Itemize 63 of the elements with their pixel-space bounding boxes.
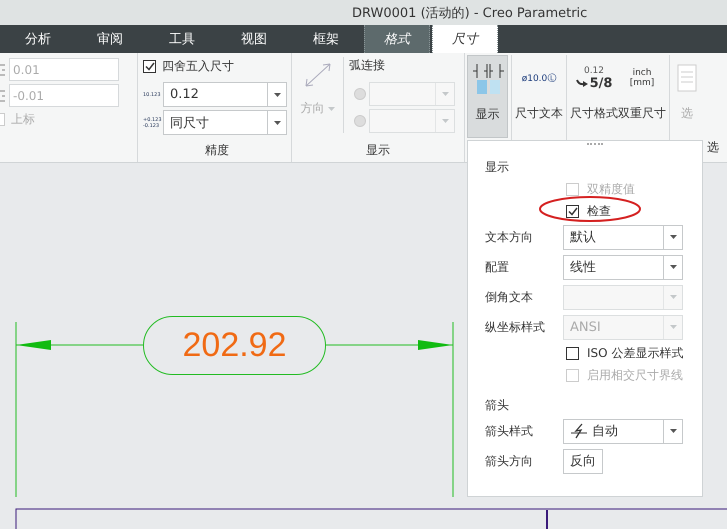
dropdown[interactable]: 自动	[563, 418, 683, 444]
icon-text: 0.12	[584, 66, 604, 76]
section-heading: 箭头	[485, 396, 509, 414]
checkbox-label: 双精度值	[587, 180, 635, 198]
ribbon-button[interactable]: inch [mm] 双重尺寸	[618, 55, 666, 138]
caret-icon	[670, 265, 676, 269]
icon-text: [mm]	[630, 78, 654, 88]
field-label: 箭头样式	[485, 422, 534, 440]
window-title: DRW0001 (活动的) - Creo Parametric	[352, 4, 588, 22]
field-label: 文本方向	[485, 228, 534, 246]
tolerance-icon	[0, 88, 6, 104]
checkbox-label: 检查	[587, 202, 611, 220]
checkbox-label: 上标	[11, 111, 35, 128]
arrow-icon	[576, 78, 588, 88]
field-label: 配置	[485, 258, 510, 276]
menu-tab[interactable]: 工具	[146, 25, 218, 53]
menu-tab[interactable]: 格式	[364, 25, 430, 53]
checkbox[interactable]	[143, 60, 156, 72]
icon-text: 5/8	[590, 76, 612, 90]
dimension-display-icon	[470, 62, 504, 96]
caret-icon	[670, 295, 676, 299]
caret-icon	[442, 92, 448, 96]
check-icon	[144, 62, 154, 70]
icon-text: inch	[632, 68, 652, 78]
arc-label: 弧连接	[349, 57, 386, 74]
check-icon	[568, 206, 578, 216]
caret-icon	[670, 235, 676, 239]
tolerance-icon	[0, 62, 6, 78]
field-label: 纵坐标样式	[485, 318, 546, 336]
part-edge	[546, 510, 548, 529]
checkbox[interactable]	[566, 346, 579, 360]
checkbox-label: 四舍五入尺寸	[162, 58, 234, 74]
flip-button[interactable]: 反向	[563, 448, 603, 474]
caret-icon	[670, 325, 676, 329]
caret-icon	[328, 106, 334, 110]
ribbon-button[interactable]: ø10.0Ⓛ 尺寸文本	[515, 55, 563, 138]
menu-tab[interactable]: 分析	[2, 25, 74, 53]
ribbon-button[interactable]: 0.12 5/8 尺寸格式	[570, 55, 618, 138]
field-label: 倒角文本	[485, 288, 534, 306]
checkbox[interactable]	[566, 204, 579, 218]
grip-handle[interactable]	[587, 143, 603, 148]
menu-tab[interactable]: 视图	[218, 25, 290, 53]
dropdown[interactable]: 0.12	[163, 82, 287, 107]
dropdown[interactable]: 线性	[563, 254, 683, 280]
group-label: 显示	[365, 142, 391, 158]
caret-icon	[670, 429, 676, 433]
dropdown[interactable]: 默认	[563, 224, 683, 250]
menu-tab[interactable]: 审阅	[74, 25, 146, 53]
icon-text: ø10.0Ⓛ	[522, 72, 556, 84]
section-heading: 显示	[485, 158, 509, 176]
document-icon	[677, 64, 697, 92]
caret-icon	[442, 119, 448, 123]
checkbox-label: ISO 公差显示样式	[587, 344, 684, 362]
menu-tab[interactable]: 尺寸	[432, 25, 498, 53]
field-label: 箭头方向	[485, 452, 534, 470]
menu-tab[interactable]: 框架	[290, 25, 362, 53]
group-label: 精度	[204, 142, 230, 158]
checkbox-label: 启用相交尺寸界线	[587, 366, 683, 384]
dropdown[interactable]: 同尺寸	[163, 110, 287, 135]
group-label: 选	[707, 139, 719, 156]
caret-icon	[274, 92, 280, 96]
caret-icon	[274, 120, 280, 124]
ribbon-button[interactable]: 显示	[467, 55, 508, 138]
